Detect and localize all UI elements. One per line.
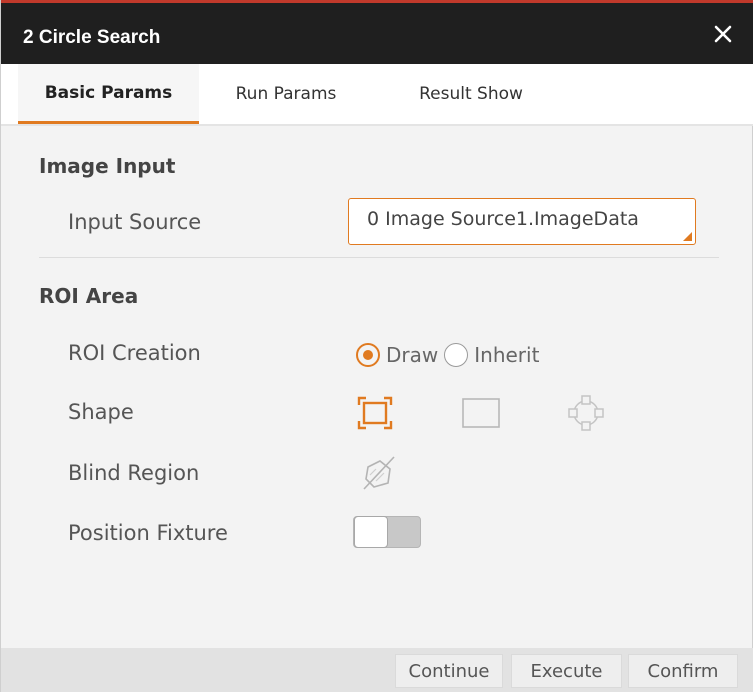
blind-region-label: Blind Region [68, 461, 200, 485]
roi-creation-radio-group: Draw Inherit [356, 340, 539, 370]
blind-region-icon [363, 456, 395, 490]
position-fixture-toggle[interactable] [353, 516, 421, 548]
close-button[interactable] [706, 17, 740, 51]
confirm-button[interactable]: Confirm [628, 654, 738, 688]
section-divider [39, 257, 719, 258]
title-bar: 2 Circle Search [1, 0, 753, 64]
footer-bar: Continue Execute Confirm [1, 648, 753, 692]
toggle-knob [354, 516, 388, 548]
continue-button[interactable]: Continue [395, 654, 503, 688]
circle-search-dialog: 2 Circle Search Basic Params Run Params … [0, 0, 753, 692]
radio-unselected-icon [444, 343, 469, 367]
radio-draw[interactable]: Draw [356, 343, 438, 367]
close-icon [714, 25, 732, 43]
shape-rectangle-button[interactable] [460, 393, 502, 433]
execute-button[interactable]: Execute [511, 654, 622, 688]
dialog-title: 2 Circle Search [23, 27, 161, 48]
input-source-value: 0 Image Source1.ImageData [367, 208, 639, 230]
shape-label: Shape [68, 400, 134, 424]
position-fixture-label: Position Fixture [68, 521, 228, 545]
bounding-box-icon [357, 396, 393, 430]
tab-basic-params[interactable]: Basic Params [18, 64, 199, 124]
blind-region-button[interactable] [357, 452, 399, 494]
tab-run-params[interactable]: Run Params [211, 64, 361, 124]
shape-bounding-box-button[interactable] [354, 393, 396, 433]
section-title-image-input: Image Input [39, 154, 176, 178]
rectangle-icon [462, 398, 500, 428]
radio-inherit[interactable]: Inherit [444, 343, 539, 367]
input-source-label: Input Source [68, 210, 202, 234]
tab-bar: Basic Params Run Params Result Show [1, 64, 753, 126]
radio-selected-icon [356, 343, 380, 367]
crosshair-shape-icon [568, 395, 604, 431]
tab-result-show[interactable]: Result Show [396, 64, 546, 124]
radio-inherit-label: Inherit [474, 343, 540, 367]
radio-draw-label: Draw [386, 343, 439, 367]
input-source-select[interactable]: 0 Image Source1.ImageData [348, 198, 696, 245]
shape-crosshair-button[interactable] [565, 393, 607, 433]
section-title-roi-area: ROI Area [39, 284, 139, 308]
roi-creation-label: ROI Creation [68, 341, 201, 365]
dropdown-corner-icon [683, 232, 692, 241]
